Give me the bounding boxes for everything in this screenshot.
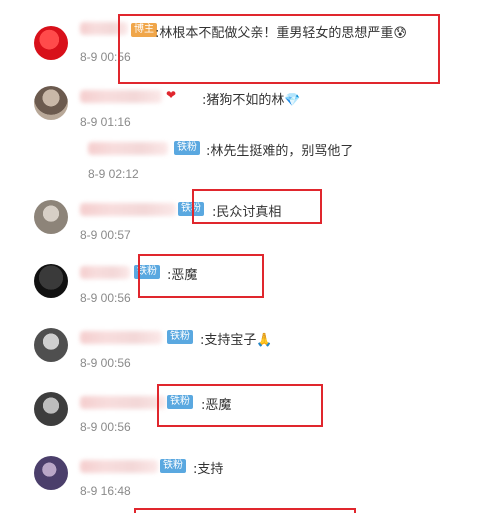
highlight-box: [118, 14, 440, 84]
comment-time: 8-9 02:12: [88, 167, 139, 181]
comment-time: 8-9 00:56: [80, 420, 131, 434]
pray-icon: 🙏: [256, 333, 273, 348]
fan-badge: 铁粉: [174, 141, 200, 155]
highlight-box-partial: [134, 508, 356, 513]
avatar[interactable]: [34, 26, 68, 60]
comment-text: :林先生挺难的，别骂他了: [206, 144, 354, 159]
avatar[interactable]: [34, 264, 68, 298]
avatar[interactable]: [34, 456, 68, 490]
username-blurred[interactable]: [80, 460, 158, 473]
fan-badge: 铁粉: [160, 459, 186, 473]
gem-icon: 💎: [284, 93, 301, 108]
badge-icon: ❤: [166, 88, 177, 102]
comment-time: 8-9 00:56: [80, 291, 131, 305]
avatar[interactable]: [34, 86, 68, 120]
comment-text: :支持宝子🙏: [200, 333, 273, 348]
avatar[interactable]: [34, 392, 68, 426]
comment-text: :猪狗不如的林💎: [202, 93, 301, 108]
username-blurred[interactable]: [88, 142, 168, 155]
highlight-box: [157, 384, 323, 427]
avatar[interactable]: [34, 200, 68, 234]
username-blurred[interactable]: [80, 90, 162, 103]
comment-text: :支持: [193, 462, 224, 477]
comment-time: 8-9 00:56: [80, 356, 131, 370]
highlight-box: [192, 189, 322, 224]
username-blurred[interactable]: [80, 266, 130, 279]
highlight-box: [138, 254, 264, 298]
username-blurred[interactable]: [80, 396, 166, 409]
username-blurred[interactable]: [80, 203, 176, 216]
username-blurred[interactable]: [80, 331, 162, 344]
avatar[interactable]: [34, 328, 68, 362]
comment-time: 8-9 00:57: [80, 228, 131, 242]
comment-time: 8-9 01:16: [80, 115, 131, 129]
fan-badge: 铁粉: [167, 330, 193, 344]
comment-time: 8-9 16:48: [80, 484, 131, 498]
